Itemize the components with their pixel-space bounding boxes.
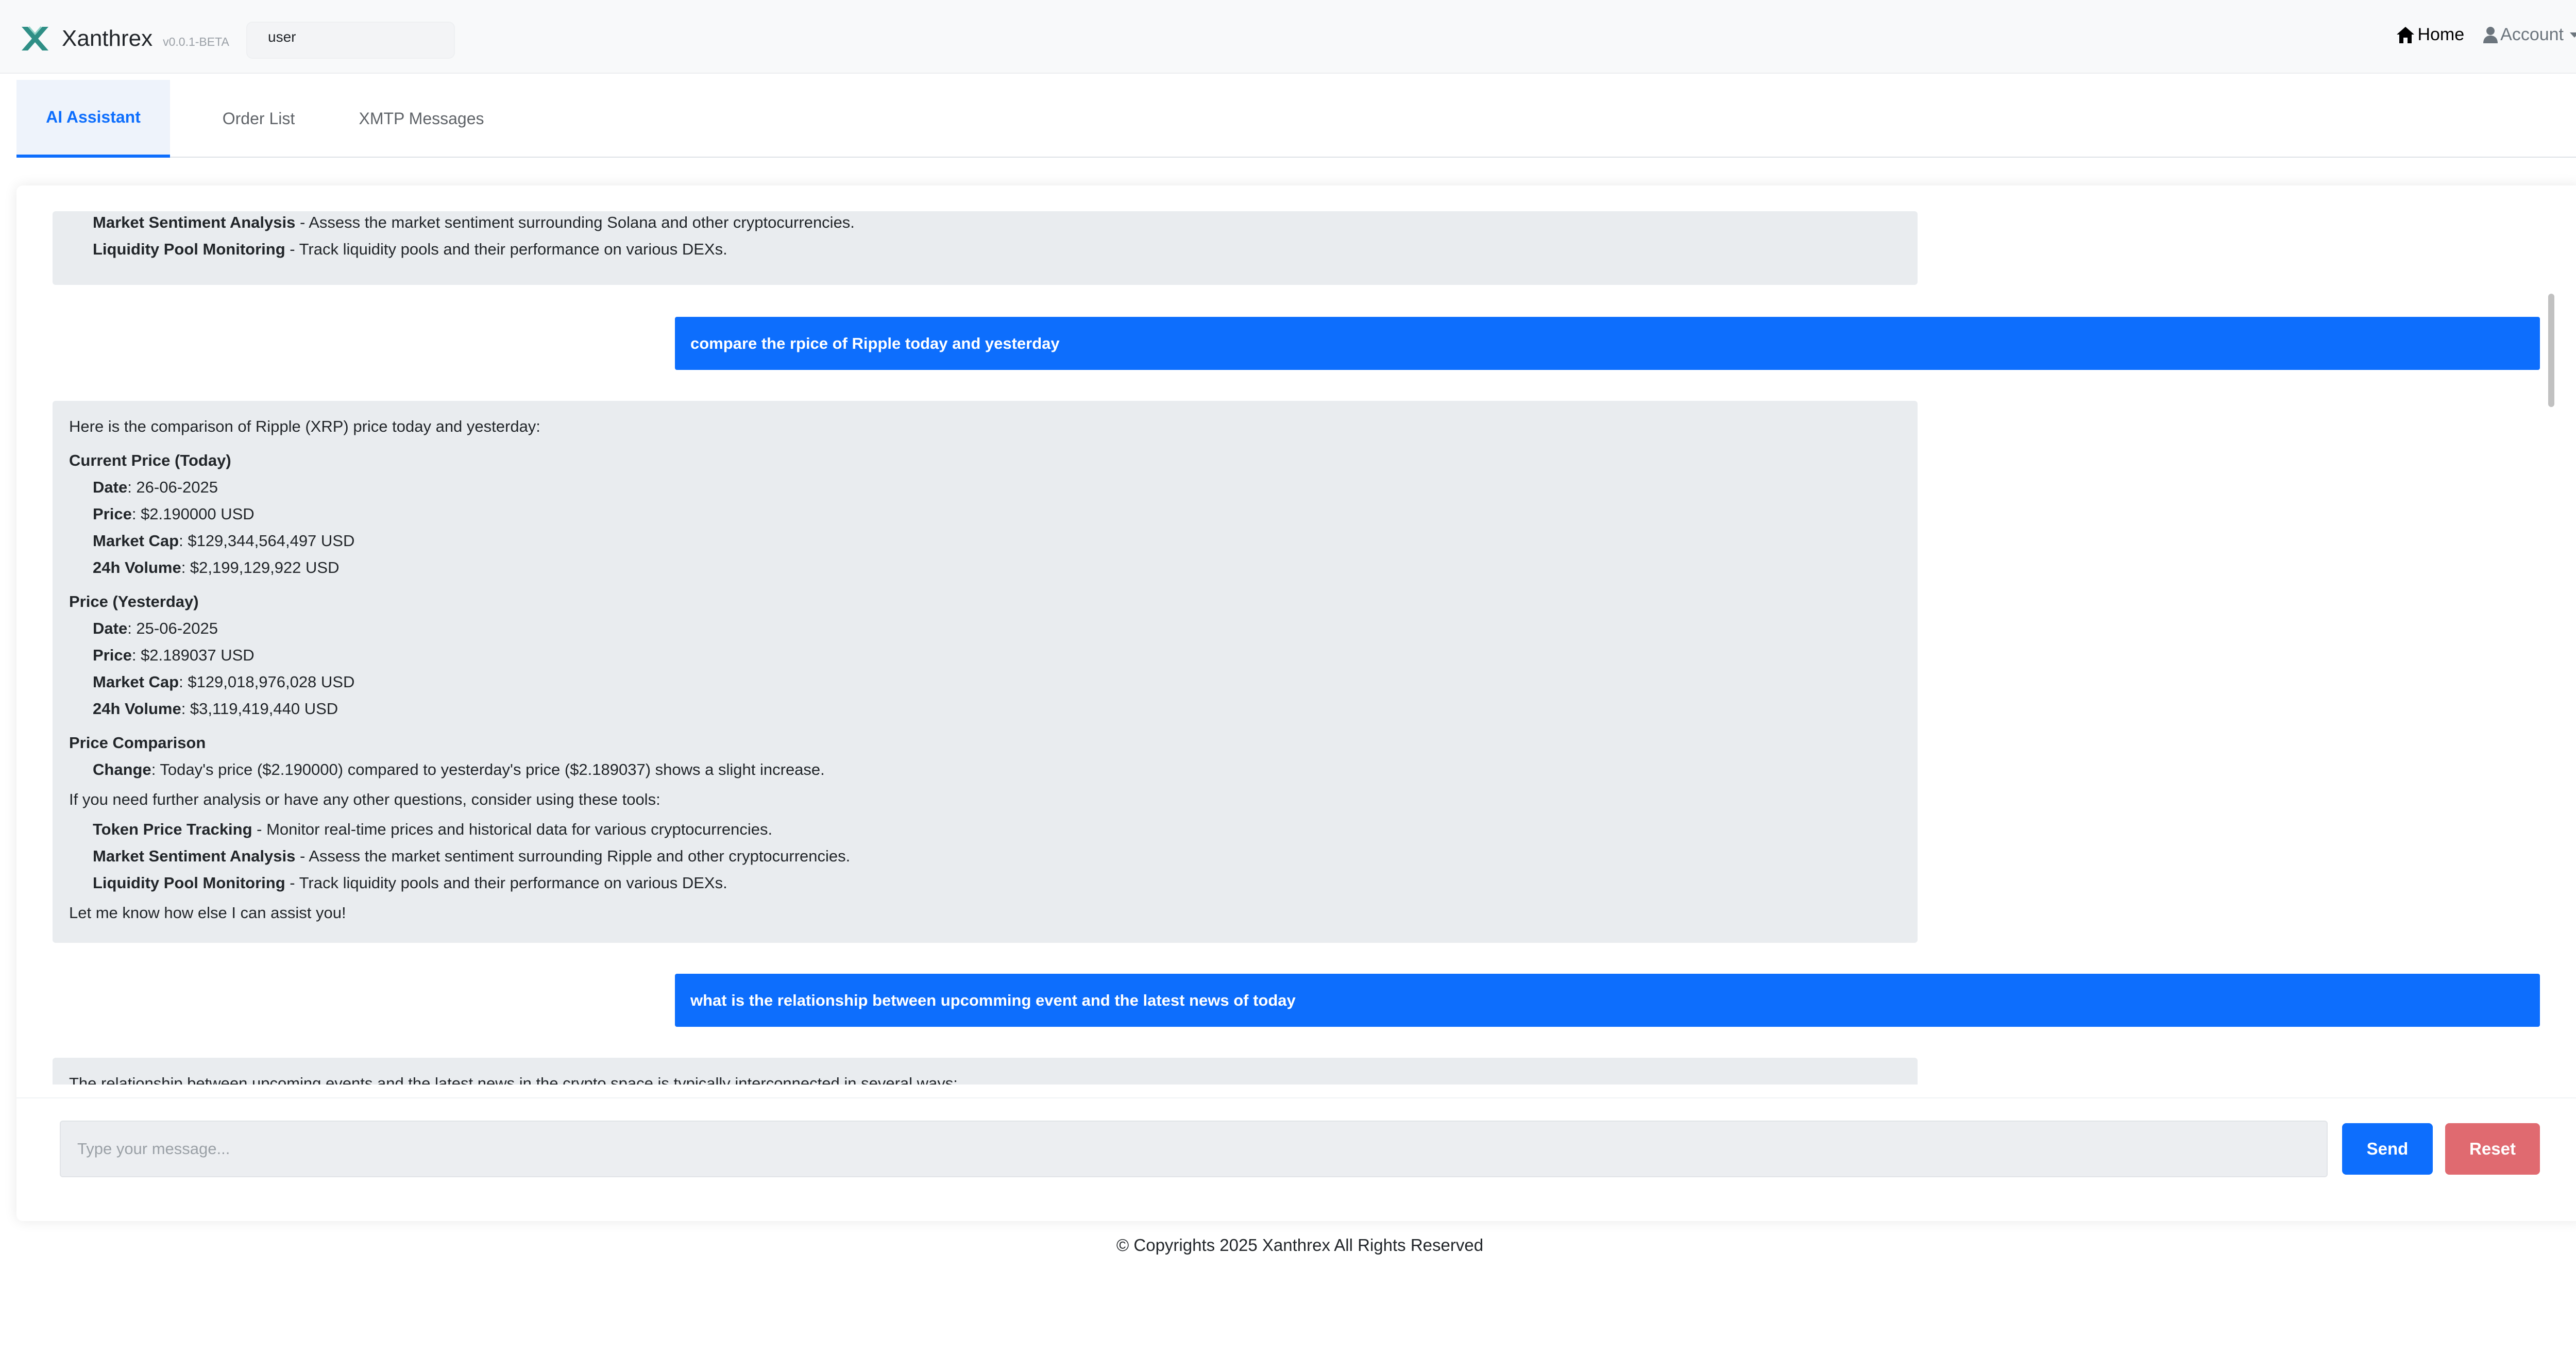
- bot-text: The relationship between upcoming events…: [69, 1074, 958, 1085]
- send-button[interactable]: Send: [2342, 1123, 2433, 1175]
- navbar: Xanthrex v0.0.1-BETA user Home Account: [0, 0, 2576, 74]
- bot-list-item: Token Price Tracking - Monitor real-time…: [93, 820, 773, 838]
- account-label: Account: [2500, 25, 2564, 44]
- bot-list-item: 24h Volume: $3,119,419,440 USD: [93, 700, 338, 718]
- bot-list-item: Price: $2.189037 USD: [93, 646, 255, 664]
- bot-list-item: Market Sentiment Analysis - Assess the m…: [93, 847, 851, 865]
- version-label: v0.0.1-BETA: [163, 35, 229, 48]
- bot-text: If you need further analysis or have any…: [69, 790, 660, 808]
- bot-list-item: Market Cap: $129,018,976,028 USD: [93, 673, 355, 691]
- home-icon: [2397, 26, 2415, 43]
- bot-list-item: Date: 26-06-2025: [93, 478, 218, 496]
- tab-ai-assistant[interactable]: AI Assistant: [16, 80, 170, 158]
- bot-message: Here is the comparison of Ripple (XRP) p…: [53, 401, 1918, 943]
- bot-list-item: Market Sentiment Analysis - Assess the m…: [93, 213, 855, 231]
- bot-heading: Price Comparison: [69, 734, 206, 752]
- tab-order-list[interactable]: Order List: [187, 80, 331, 158]
- xanthrex-logo-icon: [22, 26, 48, 50]
- user-message: compare the rpice of Ripple today and ye…: [675, 317, 2540, 370]
- bot-text: Let me know how else I can assist you!: [69, 904, 346, 922]
- home-label: Home: [2417, 25, 2465, 44]
- tab-xmtp-messages[interactable]: XMTP Messages: [334, 80, 509, 158]
- brand[interactable]: Xanthrex v0.0.1-BETA: [19, 21, 229, 57]
- chat-card: Market Sentiment Analysis - Assess the m…: [16, 185, 2576, 1221]
- user-select[interactable]: user: [246, 22, 455, 59]
- tab-bar: AI Assistant Order List XMTP Messages: [16, 80, 2576, 158]
- nav-right: Home Account: [2396, 25, 2576, 45]
- bot-heading: Current Price (Today): [69, 451, 231, 469]
- brand-name: Xanthrex: [62, 26, 153, 51]
- bot-list-item: 24h Volume: $2,199,129,922 USD: [93, 558, 340, 577]
- footer-copyright: © Copyrights 2025 Xanthrex All Rights Re…: [1116, 1235, 1484, 1255]
- chevron-down-icon: [2570, 32, 2576, 38]
- bot-list-item: Liquidity Pool Monitoring - Track liquid…: [93, 874, 727, 892]
- bot-list-item: Change: Today's price ($2.190000) compar…: [93, 760, 825, 778]
- bot-text: Here is the comparison of Ripple (XRP) p…: [69, 417, 540, 435]
- chat-history[interactable]: Market Sentiment Analysis - Assess the m…: [53, 211, 2556, 1085]
- user-message: what is the relationship between upcommi…: [675, 974, 2540, 1027]
- bot-list-item: Liquidity Pool Monitoring - Track liquid…: [93, 240, 727, 258]
- user-icon: [2483, 26, 2498, 43]
- bot-message: The relationship between upcoming events…: [53, 1058, 1918, 1085]
- chat-scrollbar[interactable]: [2548, 294, 2554, 407]
- bot-list-item: Date: 25-06-2025: [93, 619, 218, 637]
- bot-message: Market Sentiment Analysis - Assess the m…: [53, 211, 1918, 285]
- home-link[interactable]: Home: [2396, 25, 2464, 45]
- reset-button[interactable]: Reset: [2445, 1123, 2540, 1175]
- account-dropdown[interactable]: Account: [2483, 25, 2576, 45]
- bot-heading: Price (Yesterday): [69, 592, 199, 611]
- bot-list-item: Market Cap: $129,344,564,497 USD: [93, 532, 355, 550]
- input-divider: [16, 1097, 2576, 1098]
- message-input[interactable]: [60, 1121, 2328, 1177]
- bot-list-item: Price: $2.190000 USD: [93, 505, 255, 523]
